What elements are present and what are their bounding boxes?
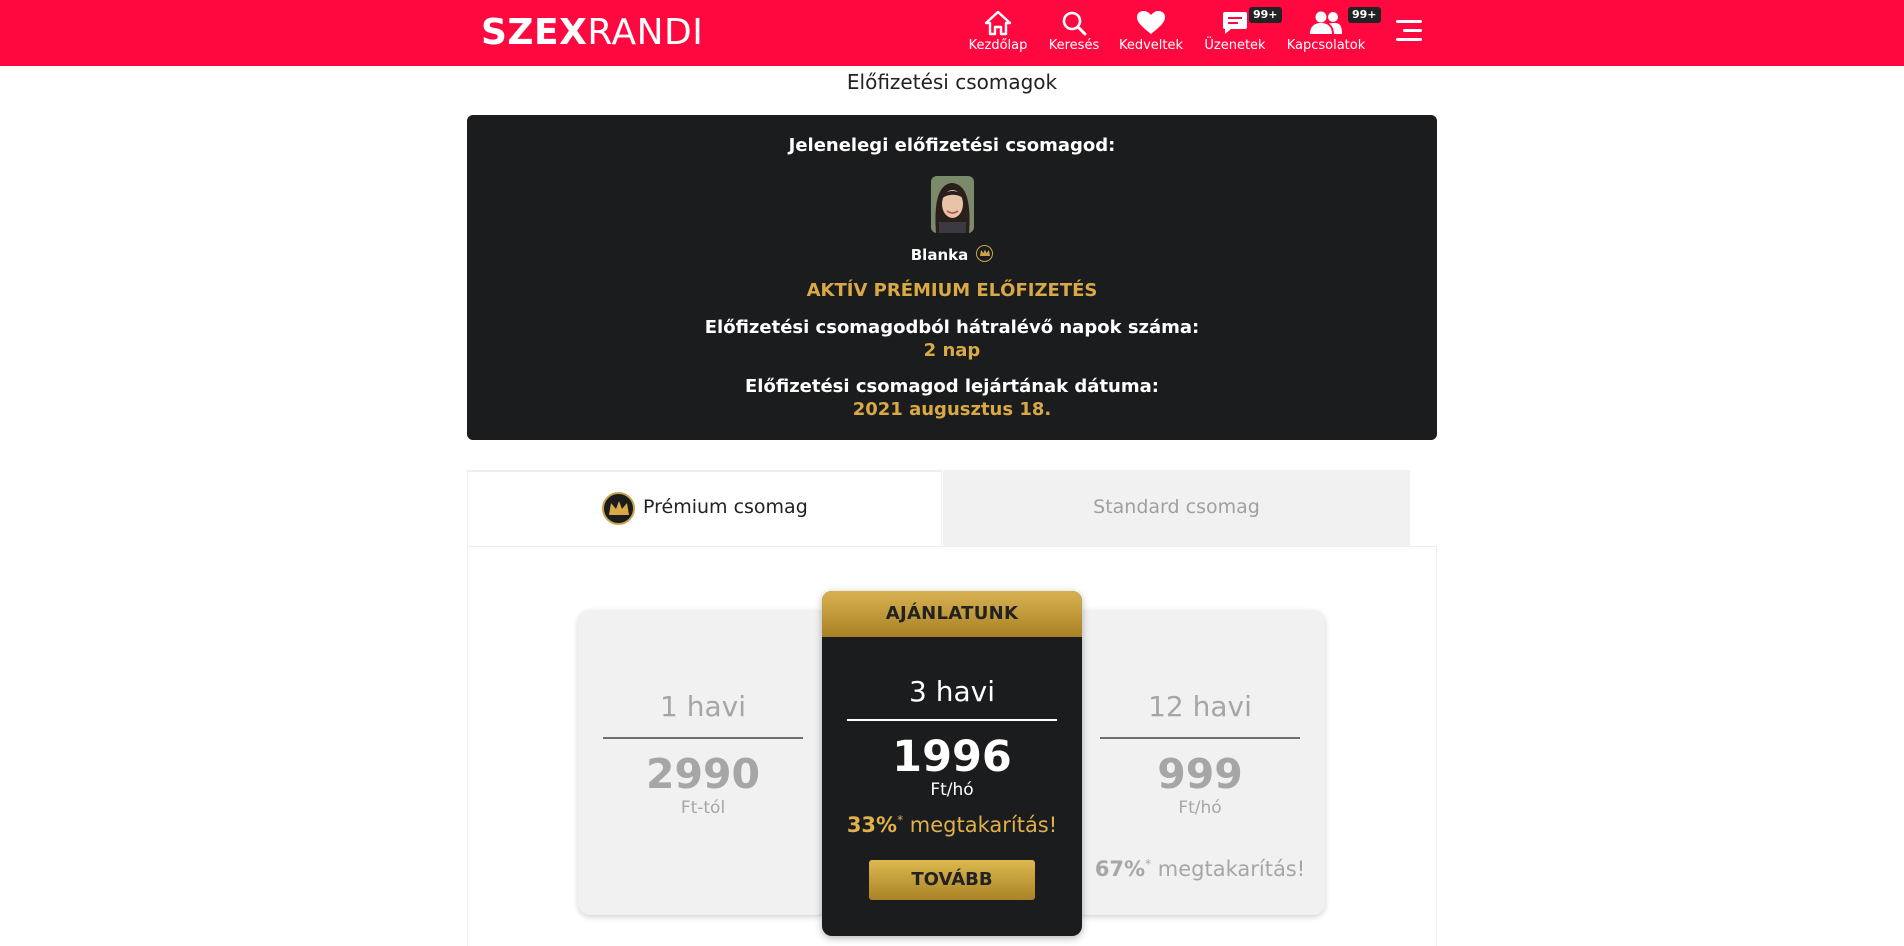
plan-period: 3 havi <box>909 675 995 708</box>
heart-icon <box>1114 10 1188 38</box>
user-name-text: Blanka <box>910 246 969 264</box>
plan-price: 2990 <box>645 750 761 798</box>
expiry-date-label: Előfizetési csomagod lejártának dátuma: <box>745 376 1159 397</box>
tab-standard[interactable]: Standard csomag <box>943 470 1410 547</box>
tab-standard-label: Standard csomag <box>1093 496 1260 518</box>
plan-card-1-month[interactable]: 1 havi 2990 Ft-tól <box>578 610 828 915</box>
tab-premium[interactable]: Prémium csomag <box>467 470 942 548</box>
avatar[interactable] <box>931 176 974 233</box>
messages-count-badge: 99+ <box>1249 7 1282 23</box>
crown-icon <box>602 492 635 525</box>
plan-price-unit: Ft/hó <box>1178 798 1222 818</box>
nav-home-label: Kezdőlap <box>968 38 1028 53</box>
site-logo[interactable]: SZEXRANDI <box>481 13 703 53</box>
plan-card-3-month-featured[interactable]: AJÁNLATUNK 3 havi 1996 Ft/hó 33%* megtak… <box>822 591 1082 936</box>
nav-favorites-label: Kedveltek <box>1118 38 1184 53</box>
plan-price-unit: Ft-tól <box>680 798 726 818</box>
subscription-status-panel: Jelenelegi előfizetési csomagod: Blanka … <box>467 115 1437 440</box>
crown-icon <box>976 245 994 262</box>
logo-bold-text: SZEX <box>481 12 588 53</box>
hamburger-menu-icon[interactable] <box>1396 20 1422 46</box>
nav-search-label: Keresés <box>1048 38 1100 53</box>
nav-search[interactable]: Keresés <box>1046 10 1102 58</box>
divider <box>603 737 803 739</box>
nav-contacts-label: Kapcsolatok <box>1286 38 1366 53</box>
user-name: Blanka <box>467 245 1437 264</box>
savings-percent: 67% <box>1094 857 1146 881</box>
nav-messages-label: Üzenetek <box>1204 38 1266 53</box>
current-subscription-label: Jelenelegi előfizetési csomagod: <box>788 135 1116 156</box>
tab-premium-label: Prémium csomag <box>643 496 808 518</box>
savings-footnote-mark: * <box>897 813 904 827</box>
savings-footnote-mark: * <box>1145 857 1152 871</box>
plan-price: 1996 <box>892 732 1012 782</box>
top-navigation-bar: SZEXRANDI Kezdőlap Keresés Kedveltek Üze… <box>0 0 1904 66</box>
logo-thin-text: RANDI <box>587 12 704 53</box>
savings-text: megtakarítás! <box>909 813 1058 837</box>
search-icon <box>1046 10 1102 38</box>
plan-price-unit: Ft/hó <box>930 780 974 800</box>
continue-button[interactable]: TOVÁBB <box>869 860 1035 900</box>
plan-card-12-month[interactable]: 12 havi 999 Ft/hó 67%* megtakarítás! <box>1075 610 1325 915</box>
active-premium-status: AKTÍV PRÉMIUM ELŐFIZETÉS <box>806 280 1098 301</box>
remaining-days-value: 2 nap <box>923 340 981 361</box>
nav-favorites[interactable]: Kedveltek <box>1114 10 1188 58</box>
page-title: Előfizetési csomagok <box>846 70 1058 94</box>
home-icon <box>966 10 1030 38</box>
savings-percent: 33% <box>846 813 898 837</box>
divider <box>1100 737 1300 739</box>
plan-savings: 33%* megtakarítás! <box>822 813 1082 837</box>
plan-period: 1 havi <box>660 690 746 723</box>
remaining-days-label: Előfizetési csomagodból hátralévő napok … <box>704 317 1200 338</box>
expiry-date-value: 2021 augusztus 18. <box>852 399 1052 420</box>
plan-price: 999 <box>1157 750 1243 798</box>
divider <box>847 719 1057 721</box>
plan-savings: 67%* megtakarítás! <box>1075 857 1325 881</box>
nav-home[interactable]: Kezdőlap <box>966 10 1030 58</box>
plan-period: 12 havi <box>1148 690 1252 723</box>
contacts-count-badge: 99+ <box>1348 7 1381 23</box>
recommended-ribbon: AJÁNLATUNK <box>822 591 1082 637</box>
savings-text: megtakarítás! <box>1157 857 1306 881</box>
